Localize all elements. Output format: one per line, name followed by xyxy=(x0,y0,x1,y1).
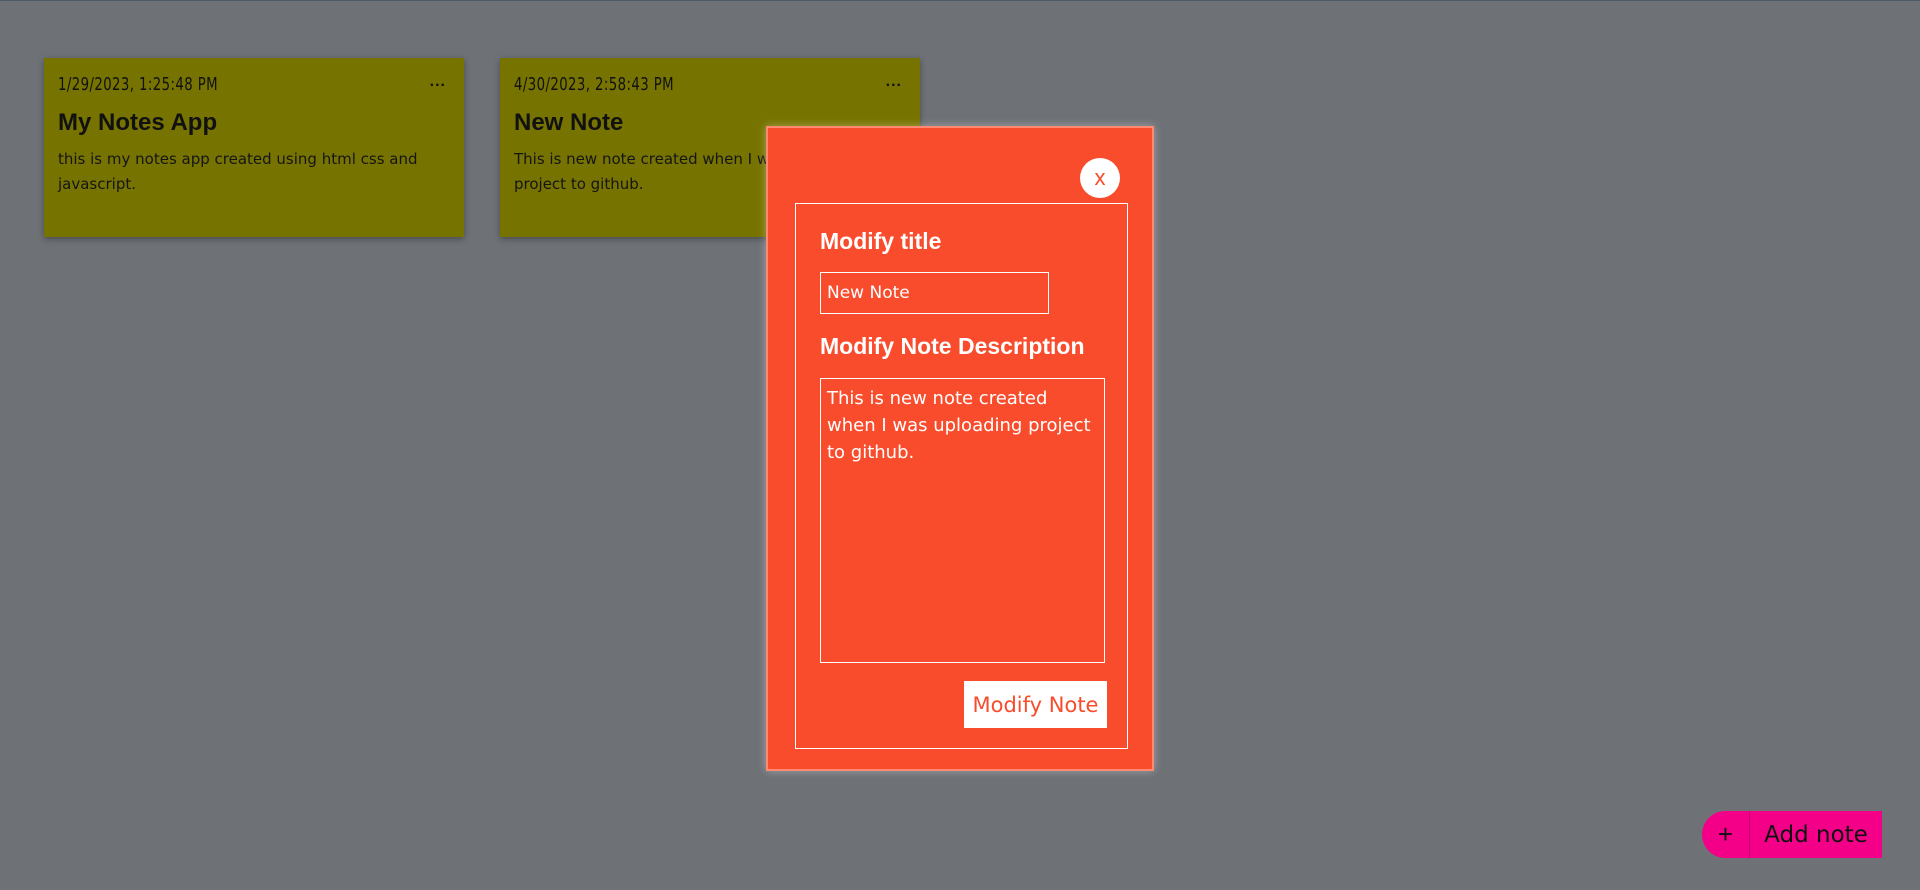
modify-description-label: Modify Note Description xyxy=(820,333,1085,359)
modify-note-modal: x Modify title New Note Modify Note Desc… xyxy=(766,126,1154,771)
note-menu-button[interactable]: ... xyxy=(430,73,450,91)
modify-title-label: Modify title xyxy=(820,228,942,254)
note-title: My Notes App xyxy=(58,109,218,136)
modify-note-button[interactable]: Modify Note xyxy=(964,681,1107,728)
note-date: 1/29/2023, 1:25:48 PM xyxy=(58,74,218,95)
note-header: 1/29/2023, 1:25:48 PM ... xyxy=(58,73,450,96)
plus-icon[interactable]: + xyxy=(1702,811,1750,858)
description-textarea[interactable]: This is new note created when I was uplo… xyxy=(820,378,1105,663)
close-button[interactable]: x xyxy=(1080,158,1120,198)
add-note-label[interactable]: Add note xyxy=(1750,811,1882,858)
add-note-button[interactable]: + Add note xyxy=(1702,811,1882,858)
modify-note-form: Modify title New Note Modify Note Descri… xyxy=(795,203,1128,749)
note-description: this is my notes app created using html … xyxy=(58,150,418,193)
title-input[interactable]: New Note xyxy=(820,272,1049,314)
note-card: 1/29/2023, 1:25:48 PM ... My Notes App t… xyxy=(44,58,464,237)
note-menu-button[interactable]: ... xyxy=(886,73,906,91)
note-date: 4/30/2023, 2:58:43 PM xyxy=(514,74,674,95)
note-header: 4/30/2023, 2:58:43 PM ... xyxy=(514,73,906,96)
